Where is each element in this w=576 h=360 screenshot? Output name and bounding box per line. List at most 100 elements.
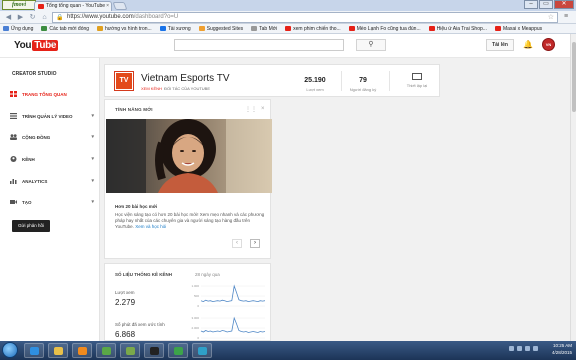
bookmark-item[interactable]: Suggested Sites <box>198 25 244 32</box>
clock[interactable]: 10:25 AM 4/28/2015 <box>552 342 572 356</box>
forward-icon[interactable]: ▶ <box>16 13 25 22</box>
bookmark-item[interactable]: hướng vs hình tron... <box>97 26 152 32</box>
app-glyph <box>30 347 39 355</box>
send-feedback-button[interactable]: Gửi phản hồi <box>12 220 50 232</box>
notification-bell-icon[interactable]: 🔔 <box>523 40 533 50</box>
views-metric-label: Lượt xem <box>115 290 135 295</box>
sidebar-item-label: ANALYTICS <box>22 178 48 184</box>
bookmark-item[interactable]: xem phim chiến tho... <box>285 26 341 32</box>
tray-icon[interactable] <box>533 346 538 351</box>
app-icon[interactable] <box>192 343 212 358</box>
scrollbar-thumb[interactable] <box>572 42 576 112</box>
reload-icon[interactable]: ↻ <box>28 13 37 22</box>
minimize-button[interactable]: – <box>524 0 538 9</box>
monitor-icon <box>412 73 422 80</box>
recorder-icon[interactable] <box>144 343 164 358</box>
bookmark-item[interactable]: Mèo Lạnh Fo cũng tua đùn... <box>348 25 421 32</box>
whats-new-card: TÍNH NĂNG MỚI ⋮⋮ × Hơn 20 bài học mới Họ… <box>104 99 272 259</box>
stats-range: 28 ngày qua <box>195 272 220 277</box>
previous-button[interactable]: ‹ <box>232 239 242 248</box>
sidebar-heading: CREATOR STUDIO <box>12 71 57 77</box>
video-manager-icon <box>10 113 17 119</box>
chevron-down-icon: ▾ <box>91 199 94 205</box>
bookmark-item[interactable]: Tab Mới <box>251 26 277 32</box>
start-button[interactable] <box>2 342 18 358</box>
chevron-down-icon: ▾ <box>91 178 94 184</box>
views-value: 25.190 <box>304 77 326 84</box>
clock-date: 4/28/2015 <box>551 350 572 355</box>
lock-icon: 🔒 <box>56 15 64 21</box>
bookmark-item[interactable]: Maxai x Meappus <box>494 26 542 32</box>
lesson-image[interactable] <box>106 119 272 193</box>
channel-subline: XEM KÊNH ĐỐI TÁC CỦA YOUTUBE <box>141 86 210 91</box>
coccoc-icon[interactable] <box>168 343 188 358</box>
close-icon[interactable]: × <box>261 106 265 112</box>
media-icon[interactable] <box>72 343 92 358</box>
bookmark-favicon-icon <box>285 26 292 31</box>
bookmark-label: Mèo Lạnh Fo cũng tua đùn... <box>356 25 421 32</box>
chevron-down-icon: ▾ <box>91 156 94 162</box>
avatar[interactable]: VN <box>542 38 555 51</box>
upload-button[interactable]: Tải lên <box>486 39 514 51</box>
back-icon[interactable]: ◀ <box>4 13 13 22</box>
bookmark-item[interactable]: Hiệu ứ Aia Trai Shop... <box>428 26 487 32</box>
sidebar-item-analytics[interactable]: ANALYTICS ▾ <box>10 176 96 186</box>
search-input[interactable] <box>174 39 344 51</box>
sidebar-item-video-manager[interactable]: TRÌNH QUẢN LÝ VIDEO ▾ <box>10 111 96 121</box>
bookmark-item[interactable]: Ứng dụng <box>3 26 33 32</box>
bookmark-label: Tab Mới <box>259 25 278 32</box>
browser-menu-icon[interactable]: ≡ <box>564 13 572 21</box>
creator-studio-sidebar: CREATOR STUDIO TRANG TỔNG QUAN TRÌNH QUẢ… <box>0 58 100 341</box>
sidebar-item-label: TẠO <box>22 199 32 205</box>
logo-you: You <box>14 40 32 51</box>
next-button[interactable]: › <box>250 239 260 248</box>
edit-dashboard[interactable]: Thiết lập lại <box>397 71 437 88</box>
sidebar-item-community[interactable]: CỘNG ĐỒNG ▾ <box>10 132 96 142</box>
channel-name[interactable]: Vietnam Esports TV <box>141 73 230 84</box>
address-bar[interactable]: 🔒 https://www.youtube.com/dashboard?o=U … <box>52 12 558 23</box>
youtube-favicon-icon <box>38 4 44 9</box>
folder-icon[interactable] <box>48 343 68 358</box>
app-glyph <box>102 347 111 355</box>
window-close-button[interactable]: ✕ <box>554 0 574 9</box>
chrome-icon[interactable] <box>96 343 116 358</box>
axis-tick-label: 0 <box>197 304 199 308</box>
bookmark-favicon-icon <box>494 26 501 31</box>
system-tray <box>509 346 538 351</box>
maximize-button[interactable]: ▭ <box>539 0 553 9</box>
reorder-icon[interactable]: ⋮⋮ <box>245 106 257 113</box>
tray-icon[interactable] <box>517 346 522 351</box>
bookmark-label: Các tab mới đóng <box>49 25 90 32</box>
learn-link[interactable]: Xem và học hỏi <box>135 224 166 229</box>
home-icon[interactable]: ⌂ <box>40 13 49 22</box>
bookmark-favicon-icon <box>251 26 258 31</box>
subscribers-stat: 79 Người đăng ký <box>343 77 383 92</box>
new-tab-button[interactable] <box>112 2 128 10</box>
divider <box>341 71 342 91</box>
chevron-down-icon: ▾ <box>91 134 94 140</box>
bookmark-favicon-icon <box>41 26 48 31</box>
channel-logo[interactable]: TV <box>114 71 134 91</box>
ie-icon[interactable] <box>24 343 44 358</box>
bookmark-label: Suggested Sites <box>206 25 244 32</box>
browser-tab[interactable]: Tổng tổng quan - YouTube × <box>34 1 112 11</box>
channel-icon <box>10 156 17 162</box>
sidebar-item-create[interactable]: TẠO ▾ <box>10 197 96 207</box>
search-button[interactable]: ⚲ <box>356 39 386 51</box>
tab-close-icon[interactable]: × <box>106 2 109 11</box>
sparkline-series <box>200 316 266 333</box>
tray-icon[interactable] <box>525 346 530 351</box>
sidebar-item-channel[interactable]: KÊNH ▾ <box>10 154 96 164</box>
bookmark-star-icon[interactable]: ☆ <box>548 13 554 22</box>
page-scrollbar[interactable] <box>570 34 576 341</box>
channel-stats-card: SỐ LIỆU THỐNG KÊ KÊNH 28 ngày qua Lượt x… <box>104 263 271 341</box>
bookmark-favicon-icon <box>428 26 435 31</box>
game-icon[interactable] <box>120 343 140 358</box>
view-channel-link[interactable]: XEM KÊNH <box>141 86 162 91</box>
divider <box>389 71 390 91</box>
search-icon: ⚲ <box>368 41 374 48</box>
tray-icon[interactable] <box>509 346 514 351</box>
sidebar-item-dashboard[interactable]: TRANG TỔNG QUAN <box>10 89 96 99</box>
bookmark-item[interactable]: Các tab mới đóng <box>41 26 89 32</box>
bookmark-item[interactable]: Tài xương <box>159 26 191 32</box>
